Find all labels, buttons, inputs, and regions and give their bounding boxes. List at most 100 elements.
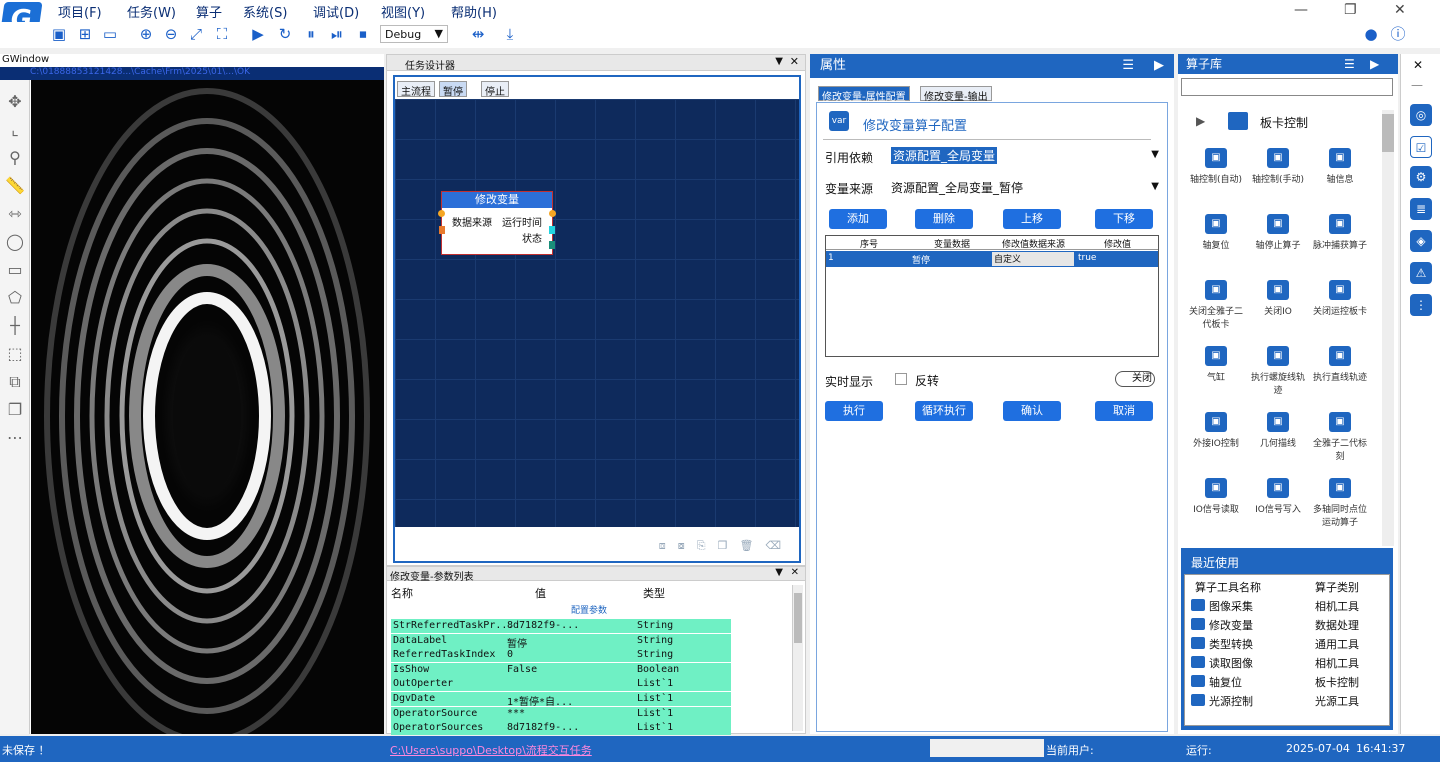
dropdown-icon[interactable]: ▼ — [775, 56, 783, 67]
warning-icon[interactable]: ⚠ — [1410, 262, 1432, 284]
node-port-status[interactable] — [549, 241, 555, 249]
menu-project[interactable]: 项目(F) — [58, 2, 102, 21]
settings-icon[interactable]: ⚙ — [1410, 166, 1432, 188]
row-value[interactable]: true — [1078, 253, 1096, 263]
operator-item[interactable]: ▣ 脉冲捕获算子 — [1310, 214, 1370, 251]
recent-item[interactable]: 图像采集 相机工具 — [1191, 597, 1395, 615]
checklist-icon[interactable]: ☑ — [1410, 136, 1432, 158]
operator-item[interactable]: ▣ 外接IO控制 — [1186, 412, 1246, 449]
axis-icon[interactable]: ⌞ — [5, 120, 25, 140]
delete-button[interactable]: 删除 — [915, 209, 973, 229]
move-up-button[interactable]: 上移 — [1003, 209, 1061, 229]
download-icon[interactable]: ⤓ — [501, 25, 519, 43]
params-scrollbar[interactable] — [792, 585, 803, 731]
param-row[interactable]: StrReferredTaskPr... 8d7182f9-... String — [391, 619, 731, 633]
operator-item[interactable]: ▣ 轴信息 — [1310, 148, 1370, 185]
polygon-roi-icon[interactable]: ⬠ — [5, 288, 25, 308]
delete-icon[interactable]: 🗑 — [739, 539, 765, 552]
operator-item[interactable]: ▣ 轴控制(手动) — [1248, 148, 1308, 185]
operator-item[interactable]: ▣ IO信号写入 — [1248, 478, 1308, 515]
tab-props-config[interactable]: 修改变量-属性配置 — [818, 86, 910, 103]
tab-pause[interactable]: 暂停 — [439, 81, 467, 98]
menu-icon[interactable]: ☰ — [1122, 54, 1134, 78]
operator-item[interactable]: ▣ 轴复位 — [1186, 214, 1246, 251]
invert-checkbox[interactable] — [895, 373, 907, 385]
operator-item[interactable]: ▣ 执行螺旋线轨迹 — [1248, 346, 1308, 396]
param-row[interactable]: DgvDate 1*暂停*自... List`1 — [391, 692, 731, 708]
mode-select[interactable]: Debug ▼ — [380, 25, 448, 43]
library-scrollbar[interactable] — [1382, 110, 1394, 546]
move-icon[interactable]: ✥ — [5, 92, 25, 112]
param-row[interactable]: DataLabel 暂停 String — [391, 633, 731, 650]
ruler-icon[interactable]: 📏 — [5, 176, 25, 196]
recent-item[interactable]: 轴复位 板卡控制 — [1191, 673, 1395, 691]
operator-item[interactable]: ▣ 关闭全雅子二代板卡 — [1186, 280, 1246, 330]
param-row[interactable]: OperatorSources 8d7182f9-... List`1 — [391, 721, 731, 736]
flow-canvas[interactable]: 修改变量 数据来源 运行时间 状态 — [395, 99, 799, 527]
minimize-icon[interactable]: — — [1411, 78, 1423, 92]
magnify-icon[interactable]: ⚲ — [5, 148, 25, 168]
node-port-data[interactable] — [439, 226, 445, 234]
recent-item[interactable]: 光源控制 光源工具 — [1191, 692, 1395, 710]
align-icon[interactable]: ⧈ — [659, 539, 678, 552]
menu-task[interactable]: 任务(W) — [127, 2, 176, 21]
open-folder-icon[interactable]: ▭ — [101, 25, 119, 43]
operator-item[interactable]: ▣ 执行直线轨迹 — [1310, 346, 1370, 383]
operator-item[interactable]: ▣ 多轴同时点位运动算子 — [1310, 478, 1370, 528]
menu-system[interactable]: 系统(S) — [243, 2, 287, 21]
more-icon[interactable]: ⋯ — [5, 428, 25, 448]
project-path[interactable]: C:\Users\suppo\Desktop\流程交互任务 — [390, 742, 592, 758]
param-row[interactable]: ReferredTaskIndex 0 String — [391, 648, 731, 663]
recent-item[interactable]: 修改变量 数据处理 — [1191, 616, 1395, 634]
operator-item[interactable]: ▣ 气缸 — [1186, 346, 1246, 383]
param-row[interactable]: IsShow False Boolean — [391, 662, 731, 677]
add-button[interactable]: 添加 — [829, 209, 887, 229]
menu-operator[interactable]: 算子 — [196, 2, 222, 21]
group-icon[interactable]: ⧇ — [678, 539, 697, 552]
move-down-button[interactable]: 下移 — [1095, 209, 1153, 229]
close-icon[interactable]: ✕ — [791, 567, 799, 578]
recent-item[interactable]: 读取图像 相机工具 — [1191, 654, 1395, 672]
step-icon[interactable]: ⏯ — [328, 25, 346, 43]
menu-help[interactable]: 帮助(H) — [451, 2, 497, 21]
user-icon[interactable]: ● — [1362, 25, 1380, 43]
paste-icon[interactable]: ❐ — [718, 539, 740, 552]
chevron-down-icon[interactable]: ▼ — [1151, 149, 1159, 160]
operator-item[interactable]: ▣ 几何描线 — [1248, 412, 1308, 449]
save-icon[interactable]: ▣ — [50, 25, 68, 43]
ref-select[interactable]: 资源配置_全局变量 — [891, 147, 998, 164]
param-row[interactable]: OperatorSource *** List`1 — [391, 706, 731, 721]
fit-icon[interactable]: ⤢ — [187, 25, 205, 43]
close-icon[interactable]: ✕ — [1394, 2, 1406, 18]
table-row[interactable]: 1 暂停 自定义 true — [826, 251, 1158, 267]
flow-node[interactable]: 修改变量 数据来源 运行时间 状态 — [438, 191, 556, 255]
layers-icon[interactable]: ◈ — [1410, 230, 1432, 252]
zoom-in-icon[interactable]: ⊕ — [137, 25, 155, 43]
menu-icon[interactable]: ☰ — [1344, 54, 1355, 74]
operator-item[interactable]: ▣ 关闭运控板卡 — [1310, 280, 1370, 317]
minimize-icon[interactable]: — — [1294, 2, 1308, 18]
confirm-button[interactable]: 确认 — [1003, 401, 1061, 421]
collapse-icon[interactable]: ▶ — [1154, 54, 1164, 78]
cancel-button[interactable]: 取消 — [1095, 401, 1153, 421]
copy-icon[interactable]: ⎘ — [697, 539, 718, 552]
layer-icon[interactable]: ❐ — [5, 400, 25, 420]
pin-icon[interactable]: ▼ — [775, 567, 783, 578]
info-icon[interactable]: ⓘ — [1389, 25, 1407, 43]
operator-item[interactable]: ▣ IO信号读取 — [1186, 478, 1246, 515]
node-port-out[interactable] — [549, 210, 556, 217]
operator-item[interactable]: ▣ 关闭IO — [1248, 280, 1308, 317]
new-icon[interactable]: ⊞ — [76, 25, 94, 43]
recent-item[interactable]: 类型转换 通用工具 — [1191, 635, 1395, 653]
chevron-down-icon[interactable]: ▼ — [1151, 181, 1159, 192]
operator-item[interactable]: ▣ 轴停止算子 — [1248, 214, 1308, 251]
chevron-right-icon[interactable]: ▶ — [1196, 114, 1205, 128]
pause-icon[interactable]: ⏸ — [302, 25, 320, 43]
list-icon[interactable]: ≣ — [1410, 198, 1432, 220]
split-icon[interactable]: ⇹ — [469, 25, 487, 43]
close-icon[interactable]: ✕ — [1413, 58, 1423, 72]
measure-icon[interactable]: ⇿ — [5, 204, 25, 224]
fullscreen-icon[interactable]: ⛶ — [213, 25, 231, 43]
image-canvas[interactable] — [31, 80, 384, 734]
collapse-icon[interactable]: ▶ — [1370, 54, 1379, 74]
